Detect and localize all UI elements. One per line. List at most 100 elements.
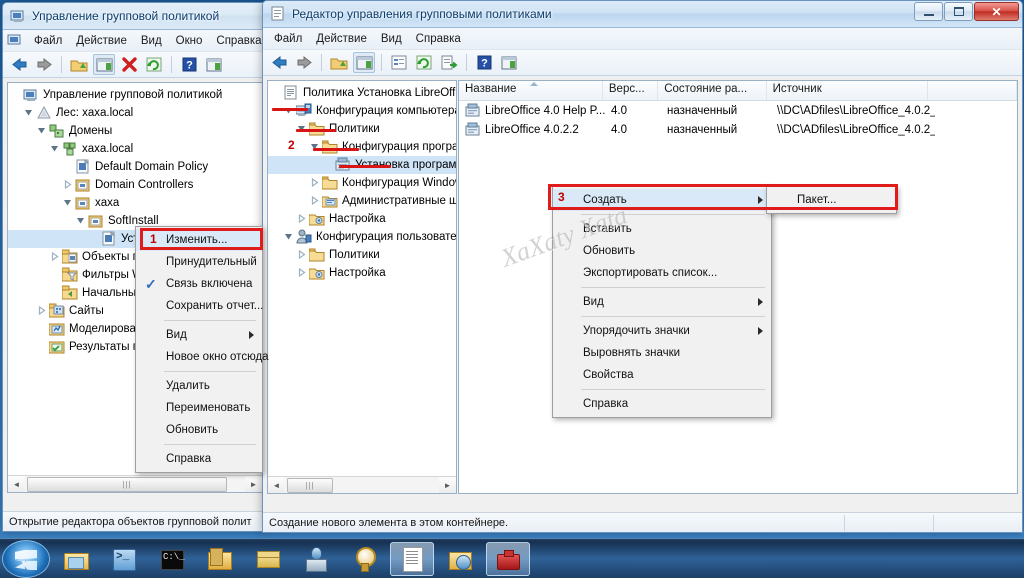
expander-closed-icon[interactable] bbox=[36, 305, 49, 318]
menu-item-свойства[interactable]: Свойства bbox=[553, 364, 771, 386]
forward-arrow-icon[interactable] bbox=[33, 54, 55, 75]
expander-closed-icon[interactable] bbox=[296, 267, 309, 280]
menu-item-переименовать[interactable]: Переименовать bbox=[136, 397, 262, 419]
taskbar-item-network[interactable] bbox=[294, 542, 338, 576]
column-header-верс[interactable]: Верс... bbox=[603, 81, 659, 100]
menu-item-принудительный[interactable]: Принудительный bbox=[136, 251, 262, 273]
expander-closed-icon[interactable] bbox=[49, 251, 62, 264]
expander-open-icon[interactable] bbox=[283, 231, 296, 244]
tree-item-xaxa-local[interactable]: xaxa.local bbox=[8, 140, 262, 158]
refresh-icon[interactable] bbox=[143, 54, 165, 75]
column-header-название[interactable]: Название bbox=[459, 81, 603, 100]
menu-item-обновить[interactable]: Обновить bbox=[553, 240, 771, 262]
gpme-menu-view[interactable]: Вид bbox=[374, 31, 409, 47]
expander-closed-icon[interactable] bbox=[296, 213, 309, 226]
tree-item-управление-групповой-политикой[interactable]: Управление групповой политикой bbox=[8, 86, 262, 104]
gpmc-menu-file[interactable]: Файл bbox=[27, 33, 69, 49]
menu-item-упорядочить-значки[interactable]: Упорядочить значки bbox=[553, 320, 771, 342]
expander-open-icon[interactable] bbox=[49, 143, 62, 156]
tree-item-лес-xaxa-local[interactable]: Лес: xaxa.local bbox=[8, 104, 262, 122]
menu-item-связь-включена[interactable]: ✓ Связь включена bbox=[136, 273, 262, 295]
tree-item-конфигурация-компьютера[interactable]: Конфигурация компьютера bbox=[268, 102, 456, 120]
tree-item-домены[interactable]: Домены bbox=[8, 122, 262, 140]
tree-item-default-domain-policy[interactable]: Default Domain Policy bbox=[8, 158, 262, 176]
taskbar[interactable] bbox=[0, 538, 1024, 578]
taskbar-item-toolkit[interactable] bbox=[486, 541, 530, 576]
scroll-left-arrow[interactable]: ◄ bbox=[8, 475, 25, 492]
taskbar-item-clock[interactable] bbox=[342, 542, 386, 576]
gpmc-menu-window[interactable]: Окно bbox=[169, 33, 210, 49]
tree-item-конфигурация-пользователя[interactable]: Конфигурация пользователя bbox=[268, 228, 456, 246]
gpmc-tree-hscrollbar[interactable]: ◄ ||| ► bbox=[8, 475, 262, 492]
delete-x-icon[interactable] bbox=[118, 54, 140, 75]
forward-arrow-icon[interactable] bbox=[293, 52, 315, 73]
taskbar-item-command-prompt[interactable] bbox=[150, 542, 194, 576]
new-window-icon[interactable] bbox=[203, 54, 225, 75]
taskbar-item-file-folder[interactable] bbox=[198, 542, 242, 576]
show-hide-tree-icon[interactable] bbox=[93, 54, 115, 75]
properties-icon[interactable] bbox=[388, 52, 410, 73]
tree-item-политика-установка-libreoffice[interactable]: Политика Установка LibreOffice bbox=[268, 84, 456, 102]
gpmc-toolbar[interactable]: ? bbox=[3, 52, 267, 78]
gpmc-menu-view[interactable]: Вид bbox=[134, 33, 169, 49]
close-button[interactable]: ✕ bbox=[974, 2, 1019, 21]
tree-item-административные-шаблоны[interactable]: Административные шаблоны bbox=[268, 192, 456, 210]
tree-item-xaxa[interactable]: xaxa bbox=[8, 194, 262, 212]
refresh-icon[interactable] bbox=[413, 52, 435, 73]
export-list-icon[interactable] bbox=[438, 52, 460, 73]
scroll-left-arrow[interactable]: ◄ bbox=[268, 476, 285, 493]
expander-closed-icon[interactable] bbox=[296, 249, 309, 262]
up-folder-icon[interactable] bbox=[68, 54, 90, 75]
menu-item-создать[interactable]: Создать bbox=[553, 189, 771, 211]
list-row[interactable]: LibreOffice 4.0.2.2 4.0 назначенный \\DC\AD… bbox=[459, 120, 1017, 139]
column-header-blank[interactable] bbox=[928, 81, 1017, 100]
menu-item-новое-окно-отсюда[interactable]: Новое окно отсюда bbox=[136, 346, 269, 368]
gpme-tree[interactable]: Политика Установка LibreOffice Конфигурац… bbox=[268, 81, 456, 282]
menu-item-справка[interactable]: Справка bbox=[553, 393, 771, 415]
menu-item-справка[interactable]: Справка bbox=[136, 448, 262, 470]
gpmc-titlebar[interactable]: Управление групповой политикой bbox=[3, 3, 267, 30]
expander-open-icon[interactable] bbox=[75, 215, 88, 228]
menu-item-удалить[interactable]: Удалить bbox=[136, 375, 262, 397]
gpme-context-menu[interactable]: Создать Вставить Обновить Экспортировать сп… bbox=[552, 186, 772, 418]
gpme-window-buttons[interactable]: ✕ bbox=[914, 2, 1019, 21]
menu-item-вид[interactable]: Вид bbox=[553, 291, 771, 313]
back-arrow-icon[interactable] bbox=[268, 52, 290, 73]
maximize-button[interactable] bbox=[944, 2, 973, 21]
expander-open-icon[interactable] bbox=[36, 125, 49, 138]
up-folder-icon[interactable] bbox=[328, 52, 350, 73]
gpme-menu-help[interactable]: Справка bbox=[409, 31, 468, 47]
menu-item-выровнять-значки[interactable]: Выровнять значки bbox=[553, 342, 771, 364]
gpme-tree-hscrollbar[interactable]: ◄ ||| ► bbox=[268, 476, 456, 493]
show-hide-tree-icon[interactable] bbox=[353, 52, 375, 73]
scroll-thumb[interactable]: ||| bbox=[287, 477, 333, 493]
tree-item-конфигурация-программ[interactable]: Конфигурация программ bbox=[268, 138, 456, 156]
menu-item-обновить[interactable]: Обновить bbox=[136, 419, 262, 441]
gpme-menu-file[interactable]: Файл bbox=[267, 31, 309, 47]
expander-closed-icon[interactable] bbox=[309, 177, 322, 190]
expander-open-icon[interactable] bbox=[62, 197, 75, 210]
gpmc-menubar[interactable]: Файл Действие Вид Окно Справка bbox=[3, 30, 267, 52]
expander-open-icon[interactable] bbox=[309, 141, 322, 154]
gpme-tree-pane[interactable]: Политика Установка LibreOffice Конфигурац… bbox=[267, 80, 457, 494]
menu-item-экспортировать-список[interactable]: Экспортировать список... bbox=[553, 262, 771, 284]
gpme-menu-action[interactable]: Действие bbox=[309, 31, 374, 47]
expander-open-icon[interactable] bbox=[23, 107, 36, 120]
taskbar-item-gpme-editor[interactable] bbox=[390, 541, 434, 576]
tree-item-настройка[interactable]: Настройка bbox=[268, 264, 456, 282]
gpmc-menu-help[interactable]: Справка bbox=[209, 33, 268, 49]
gpme-titlebar[interactable]: Редактор управления групповыми политикам… bbox=[263, 1, 1022, 28]
back-arrow-icon[interactable] bbox=[8, 54, 30, 75]
taskbar-item-package-box[interactable] bbox=[246, 542, 290, 576]
menu-item-сохранить-отчет[interactable]: Сохранить отчет... bbox=[136, 295, 263, 317]
help-icon[interactable]: ? bbox=[473, 52, 495, 73]
scroll-track[interactable]: ||| bbox=[285, 476, 439, 493]
list-row[interactable]: LibreOffice 4.0 Help P... 4.0 назначенный \… bbox=[459, 101, 1017, 120]
menu-item-вид[interactable]: Вид bbox=[136, 324, 262, 346]
new-window-icon[interactable] bbox=[498, 52, 520, 73]
menu-item-вставить[interactable]: Вставить bbox=[553, 218, 771, 240]
gpme-toolbar[interactable]: ? bbox=[263, 50, 1022, 76]
windows-start-orb[interactable] bbox=[2, 539, 50, 578]
list-body[interactable]: LibreOffice 4.0 Help P... 4.0 назначенный \… bbox=[459, 101, 1017, 139]
tree-item-настройка[interactable]: Настройка bbox=[268, 210, 456, 228]
